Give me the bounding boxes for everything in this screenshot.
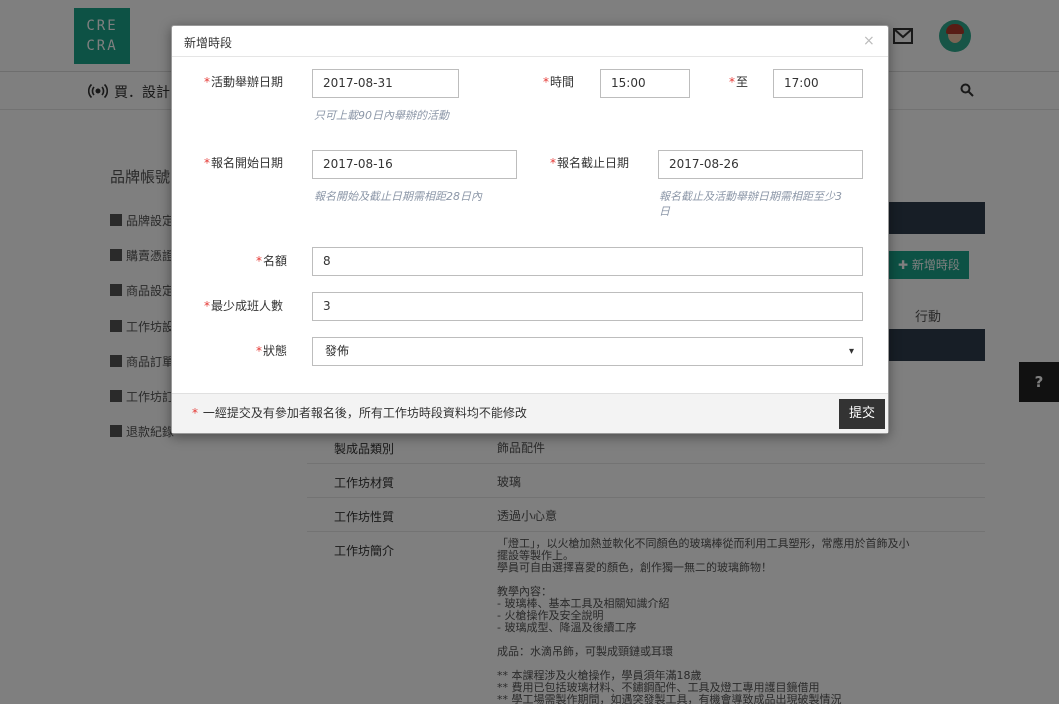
required-mark: *: [204, 156, 210, 170]
required-mark: *: [204, 299, 210, 313]
modal-title: 新增時段: [184, 36, 233, 50]
min-size-label: *最少成班人數: [204, 299, 284, 313]
reg-end-field[interactable]: 2017-08-26: [658, 150, 863, 179]
quota-label: *名額: [256, 254, 288, 268]
modal-footer: * 一經提交及有參加者報名後，所有工作坊時段資料均不能修改 提交: [172, 393, 888, 433]
submit-button[interactable]: 提交: [839, 399, 885, 429]
reg-end-label: *報名截止日期: [550, 156, 630, 170]
close-icon[interactable]: ×: [863, 33, 875, 49]
footer-note: * 一經提交及有參加者報名後，所有工作坊時段資料均不能修改: [192, 406, 527, 420]
required-mark: *: [192, 406, 198, 420]
status-label: *狀態: [256, 344, 288, 358]
reg-start-field[interactable]: 2017-08-16: [312, 150, 517, 179]
reg-end-hint-line: 報名截止及活動舉辦日期需相距至少3: [659, 190, 842, 203]
reg-end-hint-line: 日: [659, 205, 670, 218]
add-session-modal: 新增時段 × *活動舉辦日期 2017-08-31 只可上載90日內舉辦的活動 …: [171, 25, 889, 434]
event-date-label: *活動舉辦日期: [204, 75, 284, 89]
required-mark: *: [729, 75, 735, 89]
time-end-field[interactable]: 17:00: [773, 69, 863, 98]
status-select[interactable]: 發佈 ▾: [312, 337, 863, 366]
chevron-down-icon: ▾: [848, 346, 854, 357]
time-to-label: *至: [729, 75, 749, 89]
required-mark: *: [543, 75, 549, 89]
reg-start-hint: 報名開始及截止日期需相距28日內: [314, 190, 482, 203]
modal-header: 新增時段 ×: [172, 26, 888, 57]
quota-field[interactable]: 8: [312, 247, 863, 276]
status-selected-value: 發佈: [325, 344, 350, 358]
required-mark: *: [256, 254, 262, 268]
reg-start-label: *報名開始日期: [204, 156, 284, 170]
event-date-field[interactable]: 2017-08-31: [312, 69, 459, 98]
required-mark: *: [204, 75, 210, 89]
min-size-field[interactable]: 3: [312, 292, 863, 321]
time-label: *時間: [543, 75, 575, 89]
time-start-field[interactable]: 15:00: [600, 69, 690, 98]
reg-end-hint: 報名截止及活動舉辦日期需相距至少3 日: [659, 189, 869, 219]
required-mark: *: [550, 156, 556, 170]
required-mark: *: [256, 344, 262, 358]
event-date-hint: 只可上載90日內舉辦的活動: [314, 109, 449, 122]
